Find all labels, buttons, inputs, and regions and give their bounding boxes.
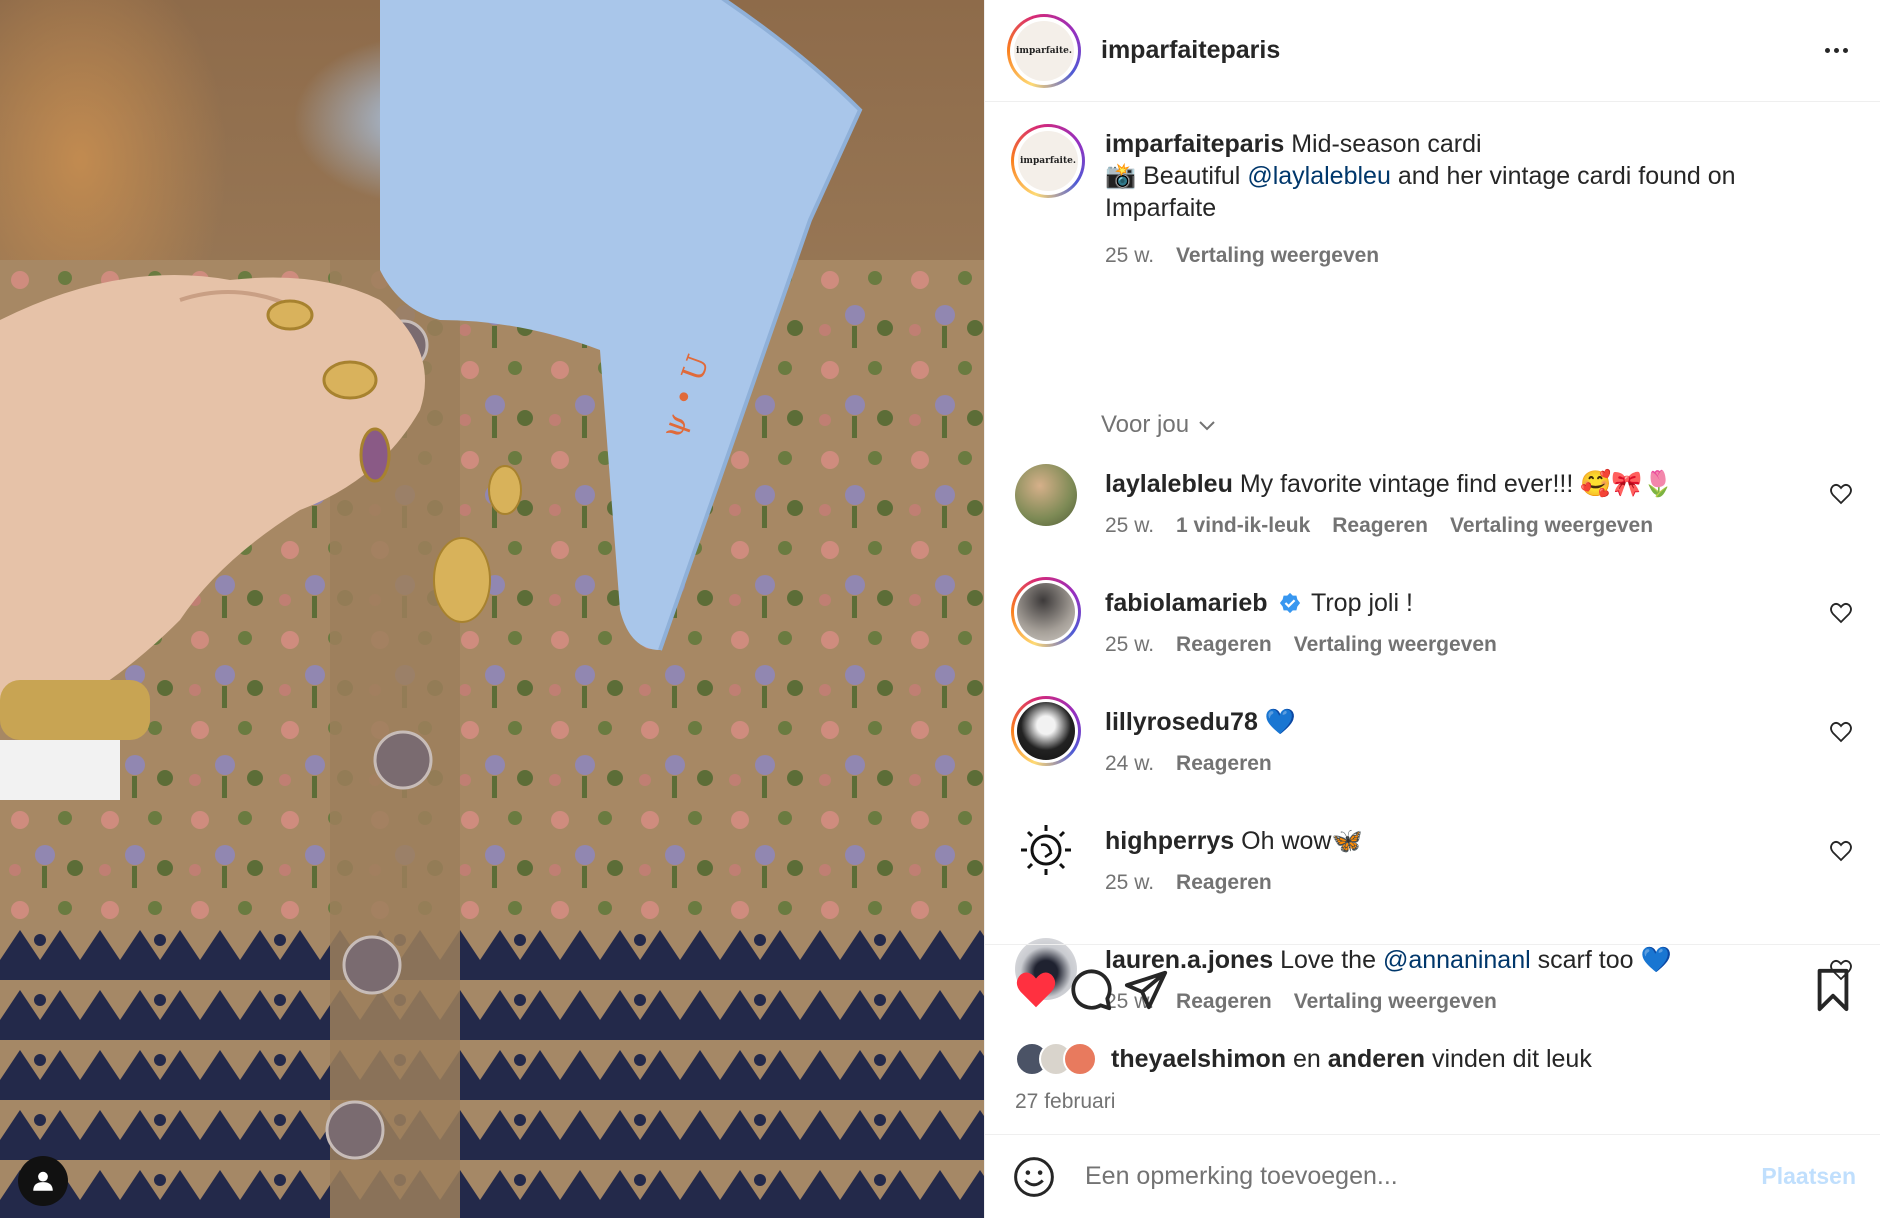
comment-username[interactable]: fabiolamarieb [1105, 589, 1268, 617]
comment-username[interactable]: laylalebleu [1105, 470, 1233, 498]
timestamp[interactable]: 25 w. [1105, 633, 1154, 657]
translate-button[interactable]: Vertaling weergeven [1450, 514, 1653, 538]
dot-icon [1842, 48, 1848, 53]
reply-button[interactable]: Reageren [1176, 752, 1272, 776]
dot-icon [1833, 48, 1839, 53]
story-ring[interactable] [1011, 696, 1081, 766]
caption-meta: 25 w. Vertaling weergeven [1105, 244, 1379, 268]
chevron-down-icon [1199, 421, 1215, 431]
story-ring[interactable]: imparfaite. [1007, 13, 1081, 88]
bookmark-icon[interactable] [1810, 967, 1856, 1013]
post-actions: theyaelshimon en anderen vinden dit leuk… [985, 944, 1880, 1134]
comment-username[interactable]: lillyrosedu78 [1105, 708, 1258, 736]
likes-suffix: vinden dit leuk [1432, 1044, 1592, 1073]
caption-text: imparfaiteparis Mid-season cardi 📸 Beaut… [1105, 128, 1811, 224]
comment-text: Trop joli ! [1311, 589, 1413, 617]
verified-badge-icon [1279, 592, 1300, 614]
avatar[interactable] [1015, 819, 1077, 881]
author-username[interactable]: imparfaiteparis [1101, 36, 1280, 65]
liked-by: theyaelshimon en anderen vinden dit leuk [1015, 1042, 1592, 1076]
comment-username[interactable]: highperrys [1105, 827, 1234, 855]
comments-section[interactable]: imparfaite. imparfaiteparis Mid-season c… [985, 102, 1880, 1013]
avatar: imparfaite. [1018, 131, 1078, 191]
comment-sort-dropdown[interactable]: Voor jou [1101, 411, 1217, 439]
avatar [1063, 1042, 1097, 1076]
reply-button[interactable]: Reageren [1332, 514, 1428, 538]
timestamp[interactable]: 25 w. [1105, 514, 1154, 538]
heart-outline-icon[interactable] [1829, 482, 1853, 506]
hand-with-rings [0, 275, 425, 800]
post-side-panel: imparfaite. imparfaiteparis imparfaite. … [984, 0, 1880, 1218]
caption-avatar-ring[interactable]: imparfaite. [1011, 124, 1085, 198]
avatar: imparfaite. [1014, 20, 1074, 81]
translate-button[interactable]: Vertaling weergeven [1294, 633, 1497, 657]
comment-text: 💙 [1264, 708, 1296, 736]
likes-conjunction: en [1293, 1044, 1321, 1073]
comment-text: Oh wow🦋 [1241, 827, 1363, 855]
reply-button[interactable]: Reageren [1176, 633, 1272, 657]
heart-outline-icon[interactable] [1829, 839, 1853, 863]
post-photo[interactable]: ψ • U [0, 0, 984, 1218]
post-header: imparfaite. imparfaiteparis [985, 0, 1880, 102]
timestamp[interactable]: 24 w. [1105, 752, 1154, 776]
emoji-icon[interactable] [1013, 1156, 1055, 1198]
post-date[interactable]: 27 februari [1015, 1090, 1115, 1114]
avatar[interactable] [1015, 464, 1077, 526]
avatar [1017, 702, 1075, 760]
heart-outline-icon[interactable] [1829, 720, 1853, 744]
sort-label: Voor jou [1101, 411, 1190, 438]
user-icon [33, 1171, 53, 1191]
add-comment-bar: Een opmerking toevoegen... Plaatsen [985, 1134, 1880, 1218]
post-comment-button[interactable]: Plaatsen [1761, 1163, 1856, 1190]
instagram-post-view: ψ • U imparfaite. imparfaiteparis imparf… [0, 0, 1880, 1218]
caption-line3: Imparfaite [1105, 194, 1217, 222]
tagged-users-button[interactable] [18, 1156, 68, 1206]
reply-button[interactable]: Reageren [1176, 871, 1272, 895]
mention-link[interactable]: @laylalebleu [1247, 162, 1391, 190]
timestamp[interactable]: 25 w. [1105, 871, 1154, 895]
avatar [1017, 583, 1075, 641]
caption-line2-prefix: 📸 Beautiful [1105, 162, 1241, 190]
share-icon[interactable] [1123, 967, 1169, 1013]
comment-likes-count[interactable]: 1 vind-ik-leuk [1176, 514, 1310, 538]
liker-username[interactable]: theyaelshimon [1111, 1045, 1286, 1073]
comment-icon[interactable] [1068, 967, 1114, 1013]
story-ring[interactable] [1011, 577, 1081, 647]
heart-outline-icon[interactable] [1829, 601, 1853, 625]
comment-text: My favorite vintage find ever!!! 🥰🎀🌷 [1239, 470, 1674, 498]
translate-button[interactable]: Vertaling weergeven [1176, 244, 1379, 268]
more-options-button[interactable] [1816, 31, 1856, 71]
caption-line1: Mid-season cardi [1291, 130, 1482, 158]
comment-input[interactable]: Een opmerking toevoegen... [1085, 1162, 1761, 1191]
caption-line2-suffix: and her vintage cardi found on [1397, 162, 1736, 190]
heart-filled-icon[interactable] [1013, 967, 1059, 1013]
dot-icon [1824, 48, 1830, 53]
caption-username[interactable]: imparfaiteparis [1105, 130, 1284, 158]
timestamp[interactable]: 25 w. [1105, 244, 1154, 268]
likes-others-link[interactable]: anderen [1328, 1045, 1425, 1073]
